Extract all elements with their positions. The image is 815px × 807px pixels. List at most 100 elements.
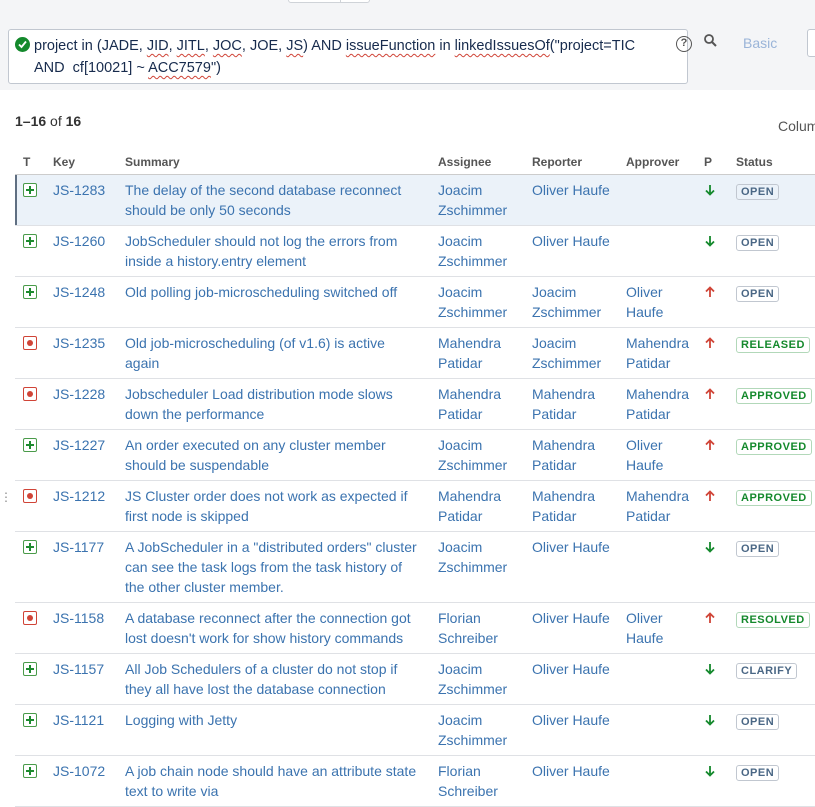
key-cell: JS-1260 bbox=[45, 225, 117, 277]
issue-summary-link[interactable]: All Job Schedulers of a cluster do not s… bbox=[125, 661, 397, 697]
issue-summary-link[interactable]: JobScheduler should not log the errors f… bbox=[125, 233, 397, 269]
reporter-link[interactable]: Joacim Zschimmer bbox=[532, 335, 601, 371]
basic-search-link[interactable]: Basic bbox=[743, 35, 777, 51]
assignee-link[interactable]: Joacim Zschimmer bbox=[438, 712, 507, 748]
approver-link[interactable]: Oliver Haufe bbox=[626, 437, 663, 473]
column-header-approver[interactable]: Approver bbox=[618, 150, 696, 175]
column-header-assignee[interactable]: Assignee bbox=[430, 150, 524, 175]
issue-summary-link[interactable]: A database reconnect after the connectio… bbox=[125, 610, 411, 646]
assignee-cell: Joacim Zschimmer bbox=[430, 429, 524, 481]
columns-button[interactable]: Colum bbox=[778, 118, 815, 134]
issue-summary-link[interactable]: A job chain node should have an attribut… bbox=[125, 763, 416, 799]
assignee-link[interactable]: Florian Schreiber bbox=[438, 610, 498, 646]
issue-summary-link[interactable]: An order executed on any cluster member … bbox=[125, 437, 386, 473]
approver-link[interactable]: Mahendra Patidar bbox=[626, 488, 689, 524]
reporter-link[interactable]: Oliver Haufe bbox=[532, 539, 610, 555]
view-options-button[interactable] bbox=[807, 29, 815, 57]
issue-key-link[interactable]: JS-1212 bbox=[53, 488, 105, 504]
issue-key-link[interactable]: JS-1157 bbox=[53, 661, 104, 677]
issue-summary-link[interactable]: Old job-microscheduling (of v1.6) is act… bbox=[125, 335, 385, 371]
reporter-link[interactable]: Joacim Zschimmer bbox=[532, 284, 601, 320]
column-header-priority[interactable]: P bbox=[696, 150, 728, 175]
issue-summary-link[interactable]: Logging with Jetty bbox=[125, 712, 237, 728]
table-row[interactable]: JS-1228 Jobscheduler Load distribution mo… bbox=[15, 378, 815, 430]
status-cell: OPEN bbox=[728, 276, 815, 328]
priority-cell bbox=[696, 378, 728, 430]
reporter-link[interactable]: Oliver Haufe bbox=[532, 610, 610, 626]
assignee-link[interactable]: Mahendra Patidar bbox=[438, 386, 501, 422]
issue-key-link[interactable]: JS-1227 bbox=[53, 437, 105, 453]
priority-cell bbox=[696, 276, 728, 328]
issue-summary-link[interactable]: JS Cluster order does not work as expect… bbox=[125, 488, 407, 524]
priority-up-arrow-icon bbox=[704, 611, 716, 627]
column-header-summary[interactable]: Summary bbox=[117, 150, 430, 175]
assignee-link[interactable]: Joacim Zschimmer bbox=[438, 437, 507, 473]
approver-link[interactable]: Oliver Haufe bbox=[626, 284, 663, 320]
issue-key-link[interactable]: JS-1283 bbox=[53, 182, 105, 198]
assignee-link[interactable]: Joacim Zschimmer bbox=[438, 233, 507, 269]
approver-cell bbox=[618, 653, 696, 705]
approver-link[interactable]: Mahendra Patidar bbox=[626, 386, 689, 422]
issue-key-link[interactable]: JS-1177 bbox=[53, 539, 104, 555]
assignee-link[interactable]: Joacim Zschimmer bbox=[438, 539, 507, 575]
issue-key-link[interactable]: JS-1235 bbox=[53, 335, 105, 351]
assignee-cell: Mahendra Patidar bbox=[430, 327, 524, 379]
reporter-link[interactable]: Mahendra Patidar bbox=[532, 488, 595, 524]
issue-summary-link[interactable]: Jobscheduler Load distribution mode slow… bbox=[125, 386, 393, 422]
reporter-link[interactable]: Oliver Haufe bbox=[532, 712, 610, 728]
priority-up-arrow-icon bbox=[704, 336, 716, 352]
reporter-link[interactable]: Oliver Haufe bbox=[532, 661, 610, 677]
issue-key-link[interactable]: JS-1228 bbox=[53, 386, 105, 402]
assignee-link[interactable]: Joacim Zschimmer bbox=[438, 661, 507, 697]
table-row[interactable]: JS-1177 A JobScheduler in a "distributed … bbox=[15, 531, 815, 603]
sidebar-collapse-handle[interactable]: ⋮ bbox=[0, 490, 12, 504]
table-row[interactable]: JS-1072 A job chain node should have an a… bbox=[15, 755, 815, 807]
column-header-key[interactable]: Key bbox=[45, 150, 117, 175]
table-row[interactable]: JS-1121 Logging with Jetty Joacim Zschimme… bbox=[15, 704, 815, 756]
priority-down-arrow-icon bbox=[704, 183, 716, 199]
search-icon[interactable] bbox=[703, 33, 723, 53]
assignee-link[interactable]: Mahendra Patidar bbox=[438, 335, 501, 371]
assignee-link[interactable]: Joacim Zschimmer bbox=[438, 182, 507, 218]
table-row[interactable]: JS-1227 An order executed on any cluster … bbox=[15, 429, 815, 481]
results-count: 1–16 of 16 bbox=[15, 113, 81, 129]
table-row[interactable]: JS-1157 All Job Schedulers of a cluster d… bbox=[15, 653, 815, 705]
issue-key-link[interactable]: JS-1260 bbox=[53, 233, 105, 249]
approver-link[interactable]: Oliver Haufe bbox=[626, 610, 663, 646]
type-cell bbox=[15, 480, 45, 532]
approver-link[interactable]: Mahendra Patidar bbox=[626, 335, 689, 371]
column-header-status[interactable]: Status bbox=[728, 150, 815, 175]
key-cell: JS-1248 bbox=[45, 276, 117, 328]
table-row[interactable]: JS-1158 A database reconnect after the co… bbox=[15, 602, 815, 654]
jql-query-input[interactable]: project in (JADE, JID, JITL, JOC, JOE, J… bbox=[8, 29, 692, 84]
toolbar-button-group[interactable] bbox=[288, 0, 370, 3]
bug-icon bbox=[23, 335, 37, 350]
table-row[interactable]: JS-1212 JS Cluster order does not work as… bbox=[15, 480, 815, 532]
column-header-reporter[interactable]: Reporter bbox=[524, 150, 618, 175]
assignee-link[interactable]: Joacim Zschimmer bbox=[438, 284, 507, 320]
jql-flagged-token: JID bbox=[146, 38, 169, 54]
column-header-type[interactable]: T bbox=[15, 150, 45, 175]
issue-summary-link[interactable]: A JobScheduler in a "distributed orders"… bbox=[125, 539, 417, 595]
issue-summary-link[interactable]: The delay of the second database reconne… bbox=[125, 182, 401, 218]
priority-cell bbox=[696, 480, 728, 532]
assignee-link[interactable]: Florian Schreiber bbox=[438, 763, 498, 799]
jql-query-text[interactable]: project in (JADE, JID, JITL, JOC, JOE, J… bbox=[34, 35, 654, 79]
issue-key-link[interactable]: JS-1158 bbox=[53, 610, 104, 626]
issue-key-link[interactable]: JS-1121 bbox=[53, 712, 104, 728]
table-row[interactable]: JS-1235 Old job-microscheduling (of v1.6)… bbox=[15, 327, 815, 379]
reporter-link[interactable]: Mahendra Patidar bbox=[532, 437, 595, 473]
table-row[interactable]: JS-1283 The delay of the second database … bbox=[15, 174, 815, 226]
reporter-link[interactable]: Oliver Haufe bbox=[532, 763, 610, 779]
reporter-link[interactable]: Oliver Haufe bbox=[532, 182, 610, 198]
table-row[interactable]: JS-1248 Old polling job-microscheduling s… bbox=[15, 276, 815, 328]
help-icon[interactable]: ? bbox=[676, 36, 692, 52]
reporter-link[interactable]: Mahendra Patidar bbox=[532, 386, 595, 422]
issue-key-link[interactable]: JS-1072 bbox=[53, 763, 105, 779]
assignee-link[interactable]: Mahendra Patidar bbox=[438, 488, 501, 524]
approver-cell: Mahendra Patidar bbox=[618, 327, 696, 379]
issue-summary-link[interactable]: Old polling job-microscheduling switched… bbox=[125, 284, 397, 300]
issue-key-link[interactable]: JS-1248 bbox=[53, 284, 105, 300]
table-row[interactable]: JS-1260 JobScheduler should not log the e… bbox=[15, 225, 815, 277]
reporter-link[interactable]: Oliver Haufe bbox=[532, 233, 610, 249]
